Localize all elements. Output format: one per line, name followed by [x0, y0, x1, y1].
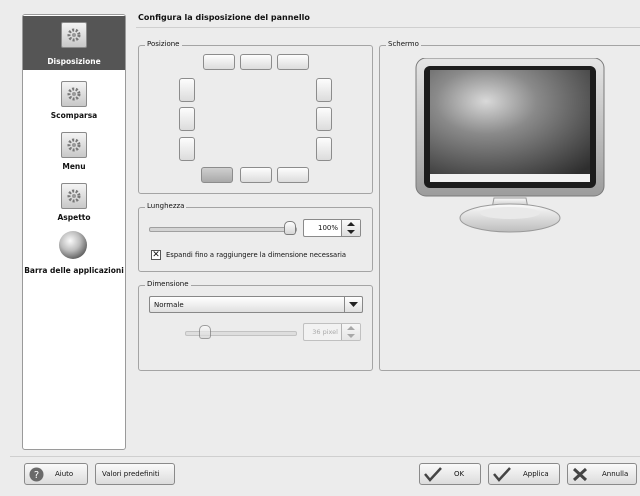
position-bottom-left-button[interactable] — [201, 167, 233, 183]
title-divider — [136, 27, 640, 28]
position-top-left-button[interactable] — [203, 54, 235, 70]
cancel-button-label: Annulla — [602, 470, 629, 478]
position-top-center-button[interactable] — [240, 54, 272, 70]
position-group: Posizione — [138, 40, 373, 194]
sidebar-item-label: Menu — [62, 162, 86, 171]
globe-icon — [59, 231, 87, 259]
sidebar-item-aspetto[interactable]: Aspetto — [23, 183, 125, 223]
spin-arrows-icon[interactable] — [341, 324, 360, 340]
screen-group-label: Schermo — [386, 40, 421, 48]
position-group-label: Posizione — [145, 40, 182, 48]
kde-gear-icon — [61, 183, 87, 209]
sidebar-item-disposizione[interactable]: Disposizione — [23, 16, 125, 70]
position-left-top-button[interactable] — [179, 78, 195, 102]
sidebar-item-barra-applicazioni[interactable]: Barra delle applicazioni — [23, 231, 125, 277]
position-left-center-button[interactable] — [179, 107, 195, 131]
length-group-label: Lunghezza — [145, 202, 187, 210]
size-group: Dimensione Normale 36 pixel — [138, 280, 373, 371]
expand-checkbox[interactable]: ✕ — [151, 250, 161, 260]
position-right-center-button[interactable] — [316, 107, 332, 131]
monitor-preview-icon — [415, 58, 605, 233]
kde-gear-icon — [61, 132, 87, 158]
length-value: 100% — [317, 224, 338, 232]
position-bottom-center-button[interactable] — [240, 167, 272, 183]
cancel-button[interactable]: Annulla — [567, 463, 637, 485]
size-group-label: Dimensione — [145, 280, 191, 288]
page-title: Configura la disposizione del pannello — [138, 13, 310, 22]
size-combobox[interactable]: Normale — [149, 296, 363, 313]
chevron-down-icon[interactable] — [344, 297, 362, 312]
size-custom-value: 36 pixel — [312, 328, 338, 336]
length-spinbox[interactable]: 100% — [303, 219, 361, 237]
expand-checkbox-label: Espandi fino a raggiungere la dimensione… — [166, 251, 347, 259]
sidebar-item-menu[interactable]: Menu — [23, 132, 125, 172]
defaults-button-label: Valori predefiniti — [102, 470, 160, 478]
close-icon — [572, 467, 588, 482]
kde-gear-icon — [61, 81, 87, 107]
size-spinbox[interactable]: 36 pixel — [303, 323, 361, 341]
position-bottom-right-button[interactable] — [277, 167, 309, 183]
ok-button[interactable]: OK — [419, 463, 481, 485]
length-slider-handle[interactable] — [284, 221, 296, 235]
svg-text:?: ? — [34, 470, 39, 481]
checkmark-icon — [424, 467, 442, 482]
spin-arrows-icon[interactable] — [341, 220, 360, 236]
apply-button[interactable]: Applica — [488, 463, 560, 485]
position-left-bottom-button[interactable] — [179, 137, 195, 161]
length-slider-track[interactable] — [149, 227, 297, 232]
sidebar-item-scomparsa[interactable]: Scomparsa — [23, 81, 125, 121]
screen-group: Schermo — [379, 40, 640, 371]
position-top-right-button[interactable] — [277, 54, 309, 70]
position-right-bottom-button[interactable] — [316, 137, 332, 161]
defaults-button[interactable]: Valori predefiniti — [95, 463, 175, 485]
help-icon: ? — [29, 467, 44, 482]
sidebar-item-label: Aspetto — [57, 213, 91, 222]
sidebar-item-label: Scomparsa — [50, 111, 98, 120]
help-button-label: Aiuto — [55, 470, 74, 478]
sidebar-item-label: Disposizione — [47, 57, 101, 66]
bottom-divider — [10, 456, 640, 457]
ok-button-label: OK — [454, 470, 465, 478]
size-combobox-value: Normale — [154, 301, 184, 309]
kde-gear-icon — [61, 22, 87, 48]
sidebar: Disposizione Scomparsa Menu Aspetto Barr… — [22, 14, 126, 450]
apply-button-label: Applica — [523, 470, 549, 478]
length-group: Lunghezza 100% ✕ Espandi fino a raggiung… — [138, 202, 373, 272]
sidebar-item-label: Barra delle applicazioni — [24, 266, 124, 275]
checkmark-icon — [493, 467, 511, 482]
size-slider-handle[interactable] — [199, 325, 211, 339]
help-button[interactable]: ? Aiuto — [24, 463, 88, 485]
position-right-top-button[interactable] — [316, 78, 332, 102]
